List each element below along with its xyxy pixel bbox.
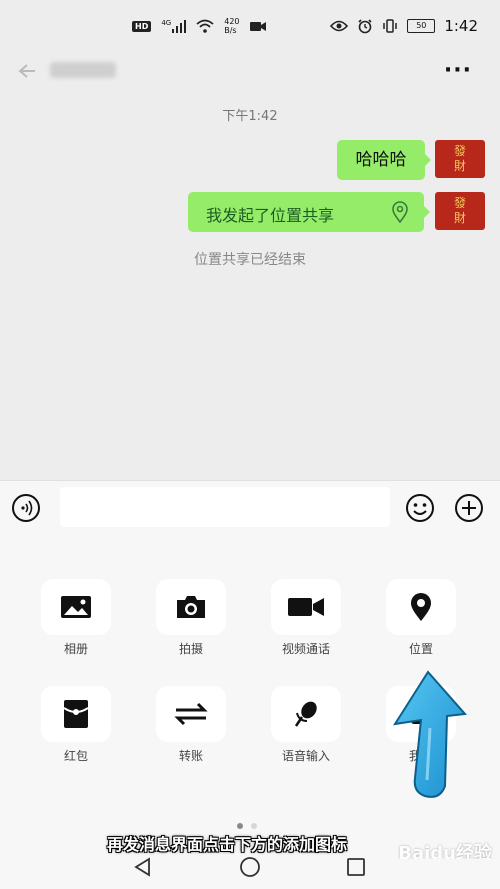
signal-icon	[172, 19, 187, 33]
tile-label: 拍摄	[178, 642, 203, 656]
tile-label: 相册	[63, 642, 88, 656]
status-left: HD 4G 420 B/s	[132, 17, 266, 35]
alarm-icon	[358, 19, 372, 34]
location-pin-icon	[392, 201, 408, 223]
avatar-text: 財	[453, 159, 466, 173]
pointer-arrow-annotation	[392, 670, 467, 798]
avatar[interactable]: 發 財	[435, 140, 485, 178]
emoji-icon[interactable]	[405, 493, 435, 523]
status-right: 50 1:42	[330, 17, 478, 35]
message-input[interactable]	[60, 487, 390, 527]
hd-badge: HD	[132, 20, 152, 32]
speed-value: 420	[224, 17, 240, 26]
avatar-text: 發	[453, 196, 466, 210]
tile-label: 位置	[408, 642, 433, 656]
status-bar: HD 4G 420 B/s 50 1:42	[0, 0, 500, 56]
time-label: 下午1:42	[222, 109, 278, 124]
microphone-icon	[294, 701, 317, 727]
nav-back-icon[interactable]	[133, 857, 153, 877]
network-type: 4G	[161, 19, 172, 27]
network-indicator: 4G	[161, 19, 187, 33]
tile-label: 转账	[178, 749, 203, 763]
contact-name-blurred	[50, 62, 116, 78]
message-bubble[interactable]: 哈哈哈	[337, 140, 425, 180]
avatar-text: 發	[453, 144, 466, 158]
voice-input-icon[interactable]	[12, 494, 40, 522]
avatar-text: 財	[453, 211, 466, 225]
vibrate-icon	[383, 19, 398, 33]
tile-label: 视频通话	[281, 642, 330, 656]
tile-label: 红包	[63, 749, 88, 763]
video-call-button[interactable]	[271, 579, 341, 635]
clock: 1:42	[444, 17, 478, 35]
add-plus-icon[interactable]	[454, 493, 484, 523]
transfer-button[interactable]	[156, 686, 226, 742]
camera-button[interactable]	[156, 579, 226, 635]
wifi-icon	[196, 19, 214, 33]
back-arrow-icon[interactable]	[15, 62, 37, 80]
tile-label: 语音输入	[281, 749, 330, 763]
battery-icon: 50	[407, 19, 436, 33]
red-packet-icon	[63, 700, 89, 728]
avatar[interactable]: 發 財	[435, 192, 485, 230]
net-speed: 420 B/s	[224, 17, 239, 35]
eye-icon	[330, 20, 349, 32]
transfer-icon	[174, 702, 208, 726]
video-notify-icon	[249, 21, 266, 31]
voice-input-button[interactable]	[271, 686, 341, 742]
page-indicator	[237, 823, 257, 829]
tutorial-caption: 再发消息界面点击下方的添加图标	[107, 835, 348, 854]
more-options-icon[interactable]: ···	[444, 58, 472, 83]
nav-home-icon[interactable]	[239, 856, 261, 878]
location-share-text: 我发起了位置共享	[206, 206, 335, 225]
video-icon	[288, 598, 324, 616]
camera-icon	[177, 596, 205, 618]
location-share-bubble[interactable]: 我发起了位置共享	[188, 192, 424, 232]
location-icon	[411, 593, 431, 621]
image-icon	[61, 596, 91, 618]
album-button[interactable]	[41, 579, 111, 635]
red-packet-button[interactable]	[41, 686, 111, 742]
nav-recent-icon[interactable]	[346, 857, 366, 877]
speed-unit: B/s	[224, 26, 237, 35]
system-message: 位置共享已经结束	[194, 252, 306, 268]
location-button[interactable]	[386, 579, 456, 635]
